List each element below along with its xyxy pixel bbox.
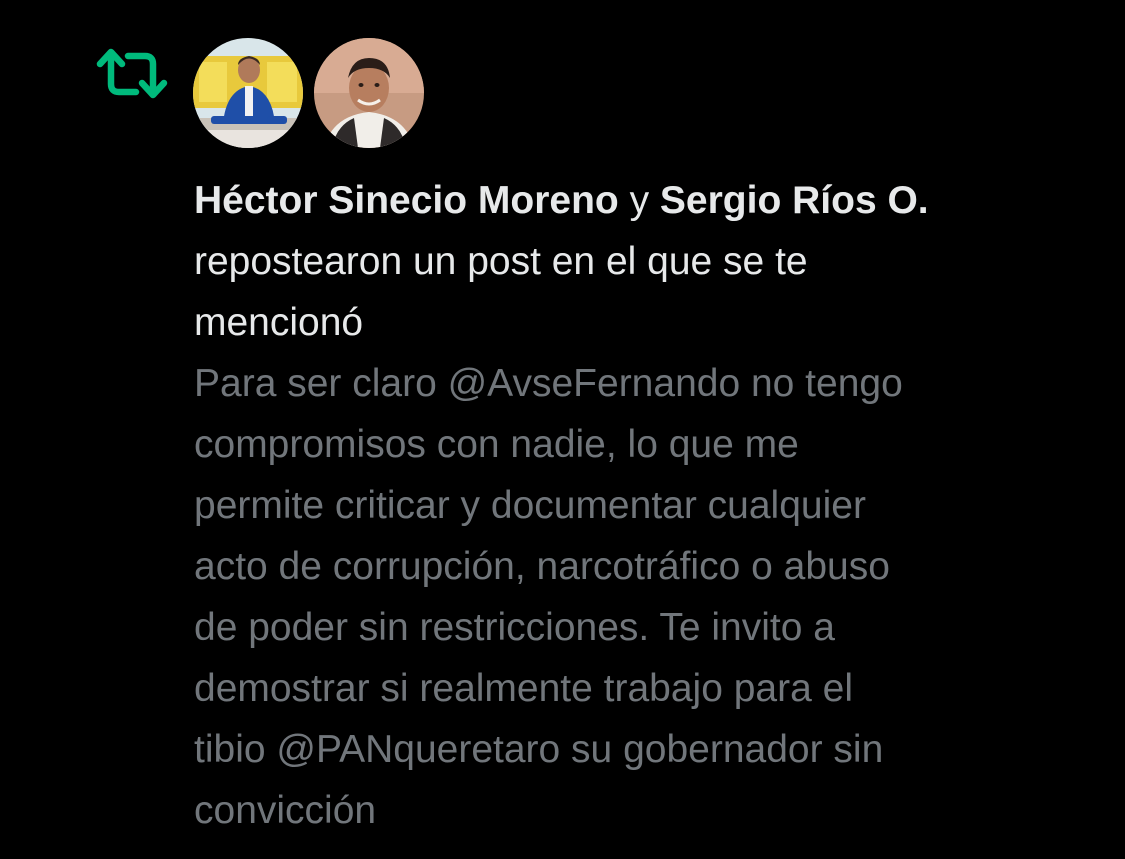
repost-icon	[96, 46, 168, 102]
post-text-line: Para ser claro @AvseFernando no tengo	[194, 362, 903, 405]
avatar[interactable]	[314, 38, 424, 148]
post-text-line: convicción	[194, 789, 377, 832]
post-text-line: compromisos con nadie, lo que me	[194, 423, 799, 466]
action-text: repostearon un post en el que se te	[194, 240, 808, 283]
avatar[interactable]	[193, 38, 303, 148]
action-text: mencionó	[194, 301, 364, 344]
user-link[interactable]: Héctor Sinecio Moreno	[194, 179, 619, 222]
notification-headline: Héctor Sinecio Moreno y Sergio Ríos O. r…	[194, 170, 1094, 353]
post-text-line: tibio @PANqueretaro su gobernador sin	[194, 728, 884, 771]
post-text-line: de poder sin restricciones. Te invito a	[194, 606, 835, 649]
user-link[interactable]: Sergio Ríos O.	[660, 179, 929, 222]
connector-text: y	[629, 179, 650, 222]
post-text[interactable]: Para ser claro @AvseFernando no tengo co…	[194, 353, 1094, 841]
headline-line: Héctor Sinecio Moreno y Sergio Ríos O.	[194, 170, 1094, 231]
post-text-line: permite criticar y documentar cualquier	[194, 484, 866, 527]
post-text-line: acto de corrupción, narcotráfico o abuso	[194, 545, 890, 588]
post-text-line: demostrar si realmente trabajo para el	[194, 667, 853, 710]
notification-item[interactable]: Héctor Sinecio Moreno y Sergio Ríos O. r…	[0, 0, 1125, 859]
